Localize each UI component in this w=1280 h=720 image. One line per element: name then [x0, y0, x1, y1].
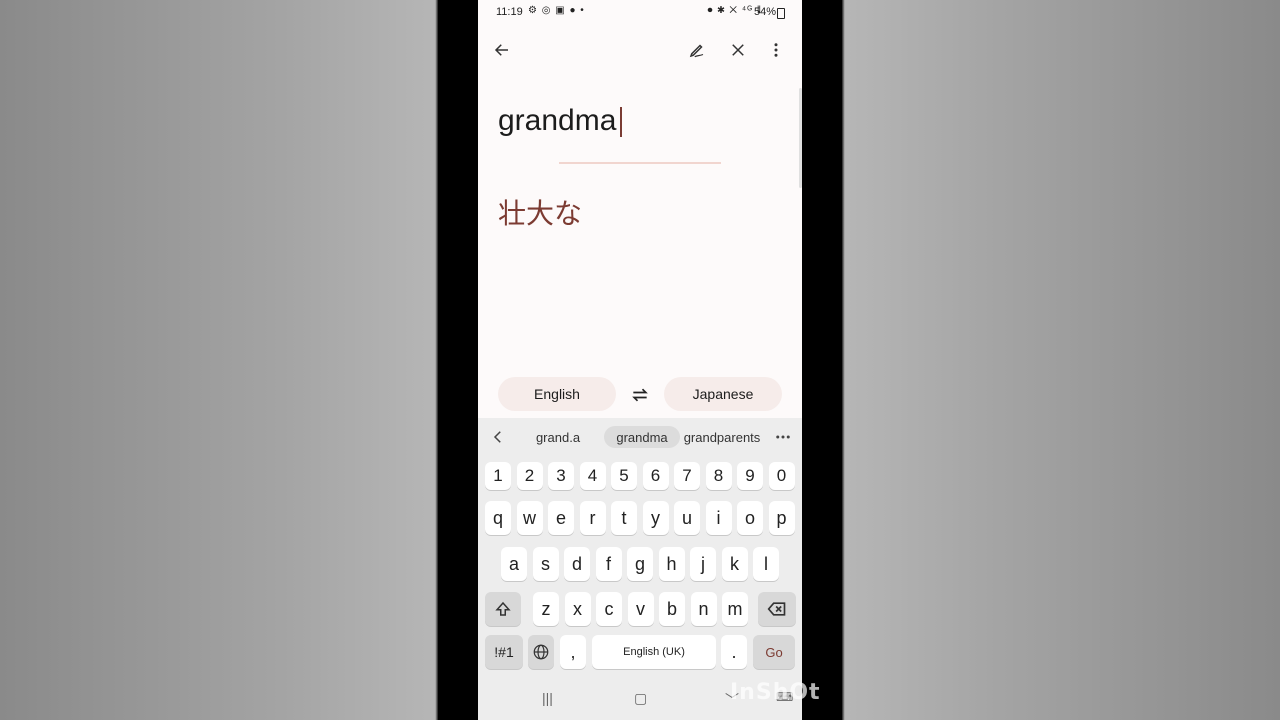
swap-languages-icon[interactable]: [628, 383, 652, 407]
key-v[interactable]: v: [627, 592, 654, 626]
key-b[interactable]: b: [659, 592, 685, 626]
suggestion-item-selected[interactable]: grandma: [604, 426, 680, 448]
space-key[interactable]: English (UK): [592, 635, 716, 669]
key-g[interactable]: g: [627, 547, 653, 581]
more-options-icon[interactable]: [761, 35, 791, 65]
key-j[interactable]: j: [690, 547, 716, 581]
key-7[interactable]: 7: [674, 462, 700, 490]
key-3[interactable]: 3: [548, 462, 574, 490]
key-h[interactable]: h: [658, 547, 685, 581]
key-a[interactable]: a: [501, 547, 527, 581]
key-c[interactable]: c: [596, 592, 622, 626]
battery-level: 54%: [753, 6, 776, 18]
language-globe-icon[interactable]: [528, 635, 554, 669]
key-m[interactable]: m: [722, 592, 748, 626]
on-screen-keyboard: grand.a grandma grandparents 1234567890 …: [478, 418, 802, 720]
source-text-input[interactable]: grandma: [498, 104, 623, 138]
status-time: 11:19: [496, 6, 523, 18]
period-key[interactable]: .: [721, 635, 747, 669]
symbols-key[interactable]: !#1: [485, 635, 523, 669]
key-w[interactable]: w: [516, 501, 543, 535]
key-x[interactable]: x: [564, 592, 591, 626]
key-y[interactable]: y: [642, 501, 669, 535]
inshot-watermark: InShOt: [730, 680, 821, 705]
key-1[interactable]: 1: [485, 462, 511, 490]
translation-output: 壮大な: [498, 197, 583, 230]
phone-screen: 11:19 ⚙ ◎ ▣ ● • ⏺ ✱ ✕ ⁴ᴳ ‖ 54% grandma 壮…: [478, 0, 802, 720]
shift-key[interactable]: [485, 592, 521, 626]
notification-icons: ⚙ ◎ ▣ ● •: [528, 5, 585, 16]
key-r[interactable]: r: [579, 501, 606, 535]
key-q[interactable]: q: [485, 501, 511, 535]
suggestion-item[interactable]: grand.a: [526, 426, 590, 448]
key-z[interactable]: z: [533, 592, 559, 626]
comma-key[interactable]: ,: [560, 635, 586, 669]
close-icon[interactable]: [723, 35, 753, 65]
top-app-bar: [478, 30, 802, 72]
key-n[interactable]: n: [690, 592, 717, 626]
key-0[interactable]: 0: [768, 462, 795, 490]
key-k[interactable]: k: [721, 547, 748, 581]
source-text-value: grandma: [498, 104, 617, 137]
go-key[interactable]: Go: [753, 635, 795, 669]
key-2[interactable]: 2: [516, 462, 543, 490]
key-8[interactable]: 8: [705, 462, 732, 490]
key-5[interactable]: 5: [611, 462, 637, 490]
source-language-button[interactable]: English: [498, 377, 616, 411]
key-t[interactable]: t: [611, 501, 637, 535]
more-suggestions-icon[interactable]: [768, 422, 798, 452]
key-f[interactable]: f: [595, 547, 622, 581]
scroll-indicator: [799, 88, 802, 188]
target-language-button[interactable]: Japanese: [664, 377, 782, 411]
text-caret: [620, 107, 623, 138]
key-6[interactable]: 6: [642, 462, 669, 490]
input-divider: [559, 162, 721, 164]
key-9[interactable]: 9: [737, 462, 763, 490]
suggestion-item[interactable]: grandparents: [682, 426, 762, 448]
status-bar: 11:19 ⚙ ◎ ▣ ● • ⏺ ✱ ✕ ⁴ᴳ ‖ 54%: [478, 0, 802, 24]
key-u[interactable]: u: [674, 501, 700, 535]
battery-icon: [777, 8, 785, 19]
handwriting-icon[interactable]: [682, 35, 712, 65]
key-e[interactable]: e: [548, 501, 574, 535]
key-d[interactable]: d: [564, 547, 590, 581]
key-i[interactable]: i: [705, 501, 732, 535]
backspace-key[interactable]: [758, 592, 796, 626]
suggestion-back-icon[interactable]: [483, 422, 513, 452]
home-icon[interactable]: ▢: [634, 690, 647, 707]
key-p[interactable]: p: [768, 501, 795, 535]
key-s[interactable]: s: [532, 547, 559, 581]
back-icon[interactable]: [487, 35, 517, 65]
suggestion-bar: grand.a grandma grandparents: [478, 418, 802, 456]
key-l[interactable]: l: [753, 547, 779, 581]
recent-apps-icon[interactable]: |||: [542, 690, 553, 706]
key-o[interactable]: o: [737, 501, 763, 535]
key-4[interactable]: 4: [579, 462, 606, 490]
